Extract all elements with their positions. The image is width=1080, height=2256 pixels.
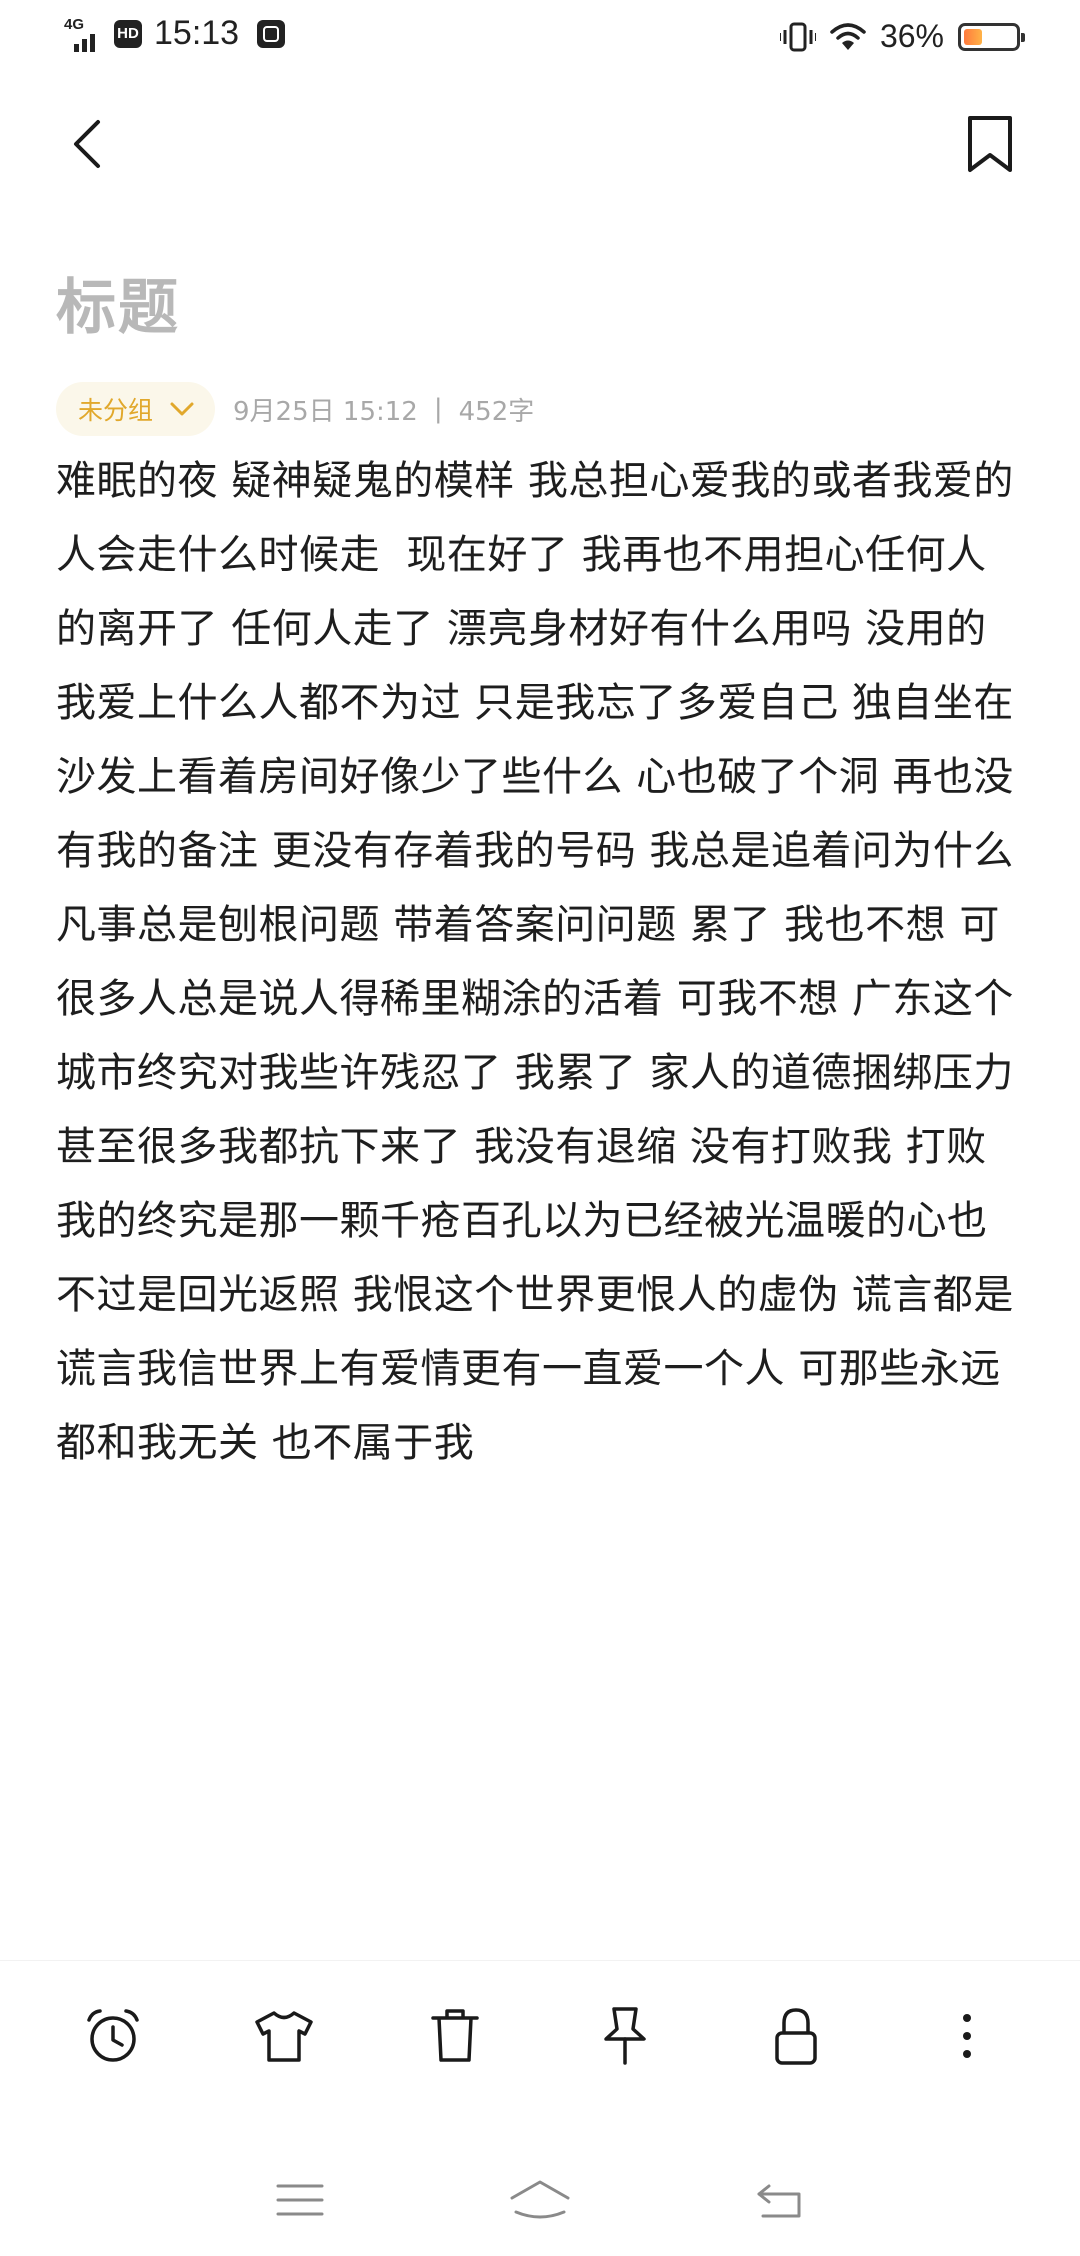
note-body-editor[interactable]: 难眠的夜 疑神疑鬼的模样 我总担心爱我的或者我爱的人会走什么时候走 现在好了 我…: [56, 444, 1026, 1480]
system-nav-bar: [0, 2160, 1080, 2240]
alarm-clock-icon: [87, 2008, 140, 2062]
pin-button[interactable]: [585, 1996, 665, 2076]
system-back-button[interactable]: [740, 2170, 820, 2230]
status-bar-left: 4G HD 15:13: [64, 14, 286, 53]
note-title-input[interactable]: 标题: [56, 278, 180, 338]
status-time: 15:13: [154, 14, 240, 52]
status-bar-right: 36%: [779, 18, 1025, 55]
reminder-button[interactable]: [73, 1996, 153, 2076]
app-notification-icon: [257, 19, 286, 48]
system-home-button[interactable]: [500, 2170, 580, 2230]
lock-button[interactable]: [756, 1996, 836, 2076]
battery-level-fill: [964, 28, 982, 45]
bookmark-icon: [968, 116, 1012, 172]
vibrate-icon: [779, 22, 816, 51]
char-count: 452字: [458, 396, 535, 427]
menu-icon: [276, 2184, 324, 2216]
tshirt-icon: [255, 2010, 313, 2062]
chevron-left-icon: [74, 120, 100, 168]
delete-button[interactable]: [415, 1996, 495, 2076]
trash-icon: [430, 2008, 479, 2062]
battery-percent: 36%: [879, 18, 944, 54]
more-vertical-icon: [962, 2013, 971, 2058]
pin-icon: [604, 2006, 647, 2065]
bottom-toolbar: [0, 1960, 1080, 2110]
theme-button[interactable]: [244, 1996, 324, 2076]
more-button[interactable]: [927, 1996, 1007, 2076]
note-meta-row: 未分组 9月25日 15:12 | 452字: [56, 382, 534, 436]
battery-icon: [958, 22, 1025, 51]
network-type-label: 4G: [64, 15, 85, 33]
back-button[interactable]: [60, 114, 120, 174]
signal-icon: 4G: [64, 16, 104, 52]
note-meta-info: 9月25日 15:12 | 452字: [233, 391, 534, 428]
lock-icon: [775, 2007, 817, 2065]
note-date: 9月25日 15:12: [233, 396, 418, 427]
top-nav: [0, 100, 1080, 190]
group-label: 未分组: [78, 396, 154, 425]
system-menu-button[interactable]: [260, 2170, 340, 2230]
home-icon: [510, 2180, 570, 2219]
chevron-down-icon: [170, 402, 194, 416]
hd-icon: HD: [114, 19, 142, 48]
back-icon: [757, 2184, 801, 2218]
wifi-icon: [830, 22, 866, 50]
bookmark-button[interactable]: [960, 112, 1020, 176]
meta-separator: |: [433, 394, 443, 424]
group-selector[interactable]: 未分组: [56, 382, 216, 436]
status-bar: 4G HD 15:13 36%: [0, 0, 1080, 75]
